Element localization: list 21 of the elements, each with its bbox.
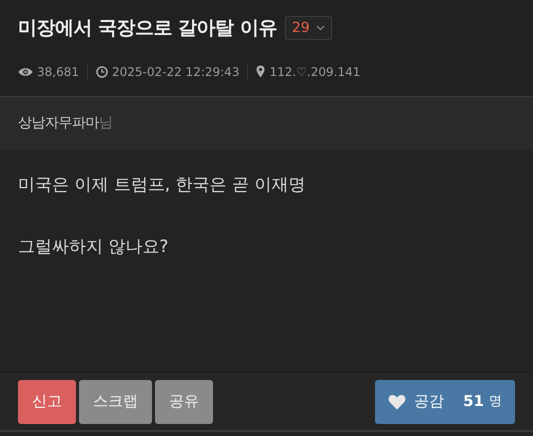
chevron-down-icon: [316, 25, 325, 32]
like-unit: 명: [489, 392, 502, 411]
author-suffix: 님: [99, 114, 113, 133]
clock-icon: [96, 66, 108, 78]
report-button[interactable]: 신고: [18, 380, 76, 424]
body-text: 미국은 이제 트럼프, 한국은 곧 이재명: [18, 174, 306, 197]
post-title: 미장에서 국장으로 갈아탈 이유: [18, 16, 277, 41]
like-count: 51: [463, 391, 484, 412]
like-label: 공감: [414, 391, 444, 412]
map-pin-icon: [256, 65, 266, 78]
meta-text: 38,681: [37, 64, 79, 80]
heart-icon: [388, 394, 406, 410]
action-button[interactable]: 스크랩: [79, 380, 152, 424]
author-name: 상남자무파마: [18, 114, 99, 133]
meta-text: 2025-02-22 12:29:43: [112, 64, 240, 80]
action-button[interactable]: 공유: [155, 380, 213, 424]
like-button[interactable]: 공감 51 명: [375, 380, 515, 424]
eye-icon: [18, 66, 33, 76]
comment-count-button[interactable]: 29: [284, 16, 332, 40]
meta-text: 112.♡.209.141: [269, 64, 360, 80]
body-text: 그럴싸하지 않나요?: [18, 236, 170, 259]
